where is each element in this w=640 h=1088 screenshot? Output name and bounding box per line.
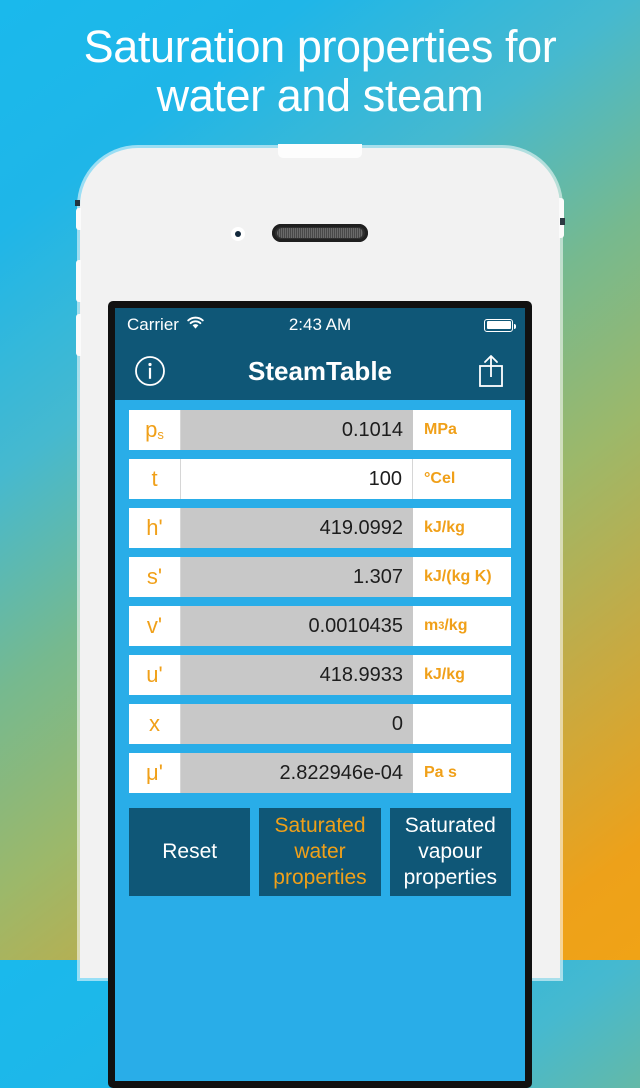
phone-volume-up-button[interactable] [76, 260, 81, 302]
row-unit: kJ/kg [413, 655, 511, 695]
row-symbol: ps [129, 410, 181, 450]
phone-mute-switch[interactable] [76, 208, 81, 230]
table-row[interactable]: u' 418.9933 kJ/kg [129, 655, 511, 695]
reset-button[interactable]: Reset [129, 808, 251, 896]
row-symbol-text: t [151, 466, 158, 491]
share-button[interactable] [475, 353, 507, 389]
status-bar-time: 2:43 AM [288, 315, 352, 334]
phone-mockup: Carrier 2:43 AM SteamTable p s 0.1014 MP… [75, 144, 565, 1088]
battery-fill [486, 321, 511, 329]
nav-bar: SteamTable [115, 342, 525, 400]
row-value-input[interactable]: 0.1014 [181, 410, 413, 450]
page-title: Saturation properties for water and stea… [0, 22, 640, 120]
row-value-input[interactable]: 0 [181, 704, 413, 744]
row-unit: kJ/(kg K) [413, 557, 511, 597]
row-value-input[interactable]: 1.307 [181, 557, 413, 597]
headline-line-2: water and steam [156, 70, 484, 122]
row-unit: MPa [413, 410, 511, 450]
action-buttons: Reset Saturated water properties Saturat… [115, 802, 525, 896]
properties-table: ps 0.1014 MPa t 100 °Cel h' 419.0992 kJ/… [115, 400, 525, 793]
phone-right-sensor [560, 218, 565, 225]
row-symbol: μ' [129, 753, 181, 793]
table-row[interactable]: s' 1.307 kJ/(kg K) [129, 557, 511, 597]
row-value-input[interactable]: 418.9933 [181, 655, 413, 695]
phone-top-tab [278, 144, 362, 158]
row-symbol: x [129, 704, 181, 744]
row-unit [413, 704, 511, 744]
row-symbol: t [129, 459, 181, 499]
row-symbol-subscript: s [157, 426, 164, 442]
earpiece-speaker [272, 224, 368, 242]
row-value-input[interactable]: 100 [181, 459, 413, 499]
headline-line-1: Saturation properties for [83, 21, 557, 72]
app-title: SteamTable [247, 355, 392, 386]
row-symbol: s' [129, 557, 181, 597]
phone-screen: Carrier 2:43 AM SteamTable p s 0.1014 MP… [108, 301, 532, 1088]
row-value-input[interactable]: 0.0010435 [181, 606, 413, 646]
row-symbol-text: s' [146, 564, 163, 589]
phone-volume-down-button[interactable] [76, 314, 81, 356]
battery-icon [484, 318, 516, 332]
row-unit: Pa s [413, 753, 511, 793]
table-row[interactable]: μ' 2.822946e-04 Pa s [129, 753, 511, 793]
row-value-input[interactable]: 419.0992 [181, 508, 413, 548]
table-row[interactable]: x 0 [129, 704, 511, 744]
front-camera-icon [231, 227, 245, 241]
row-unit: m 3/kg [413, 606, 511, 646]
row-unit: °Cel [413, 459, 511, 499]
table-row[interactable]: v' 0.0010435 m 3/kg [129, 606, 511, 646]
table-row[interactable]: t 100 °Cel [129, 459, 511, 499]
table-row[interactable]: h' 419.0992 kJ/kg [129, 508, 511, 548]
saturated-water-properties-button[interactable]: Saturated water properties [259, 808, 381, 896]
row-symbol-text: v' [146, 613, 163, 638]
status-bar-right [484, 318, 516, 332]
row-symbol-text: p [145, 417, 158, 442]
table-row[interactable]: ps 0.1014 MPa [129, 410, 511, 450]
saturated-vapour-properties-button[interactable]: Saturated vapour properties [389, 808, 511, 896]
row-symbol-text: h' [146, 515, 163, 540]
phone-left-sensor [75, 200, 80, 206]
speaker-mesh [277, 228, 363, 238]
row-symbol: h' [129, 508, 181, 548]
status-bar: Carrier 2:43 AM [115, 308, 525, 342]
info-button[interactable] [133, 354, 167, 388]
row-symbol-text: u' [146, 662, 163, 687]
row-symbol: v' [129, 606, 181, 646]
row-value-input[interactable]: 2.822946e-04 [181, 753, 413, 793]
row-unit: kJ/kg [413, 508, 511, 548]
row-symbol-text: μ' [146, 760, 163, 785]
row-symbol-text: x [149, 711, 160, 736]
row-symbol: u' [129, 655, 181, 695]
